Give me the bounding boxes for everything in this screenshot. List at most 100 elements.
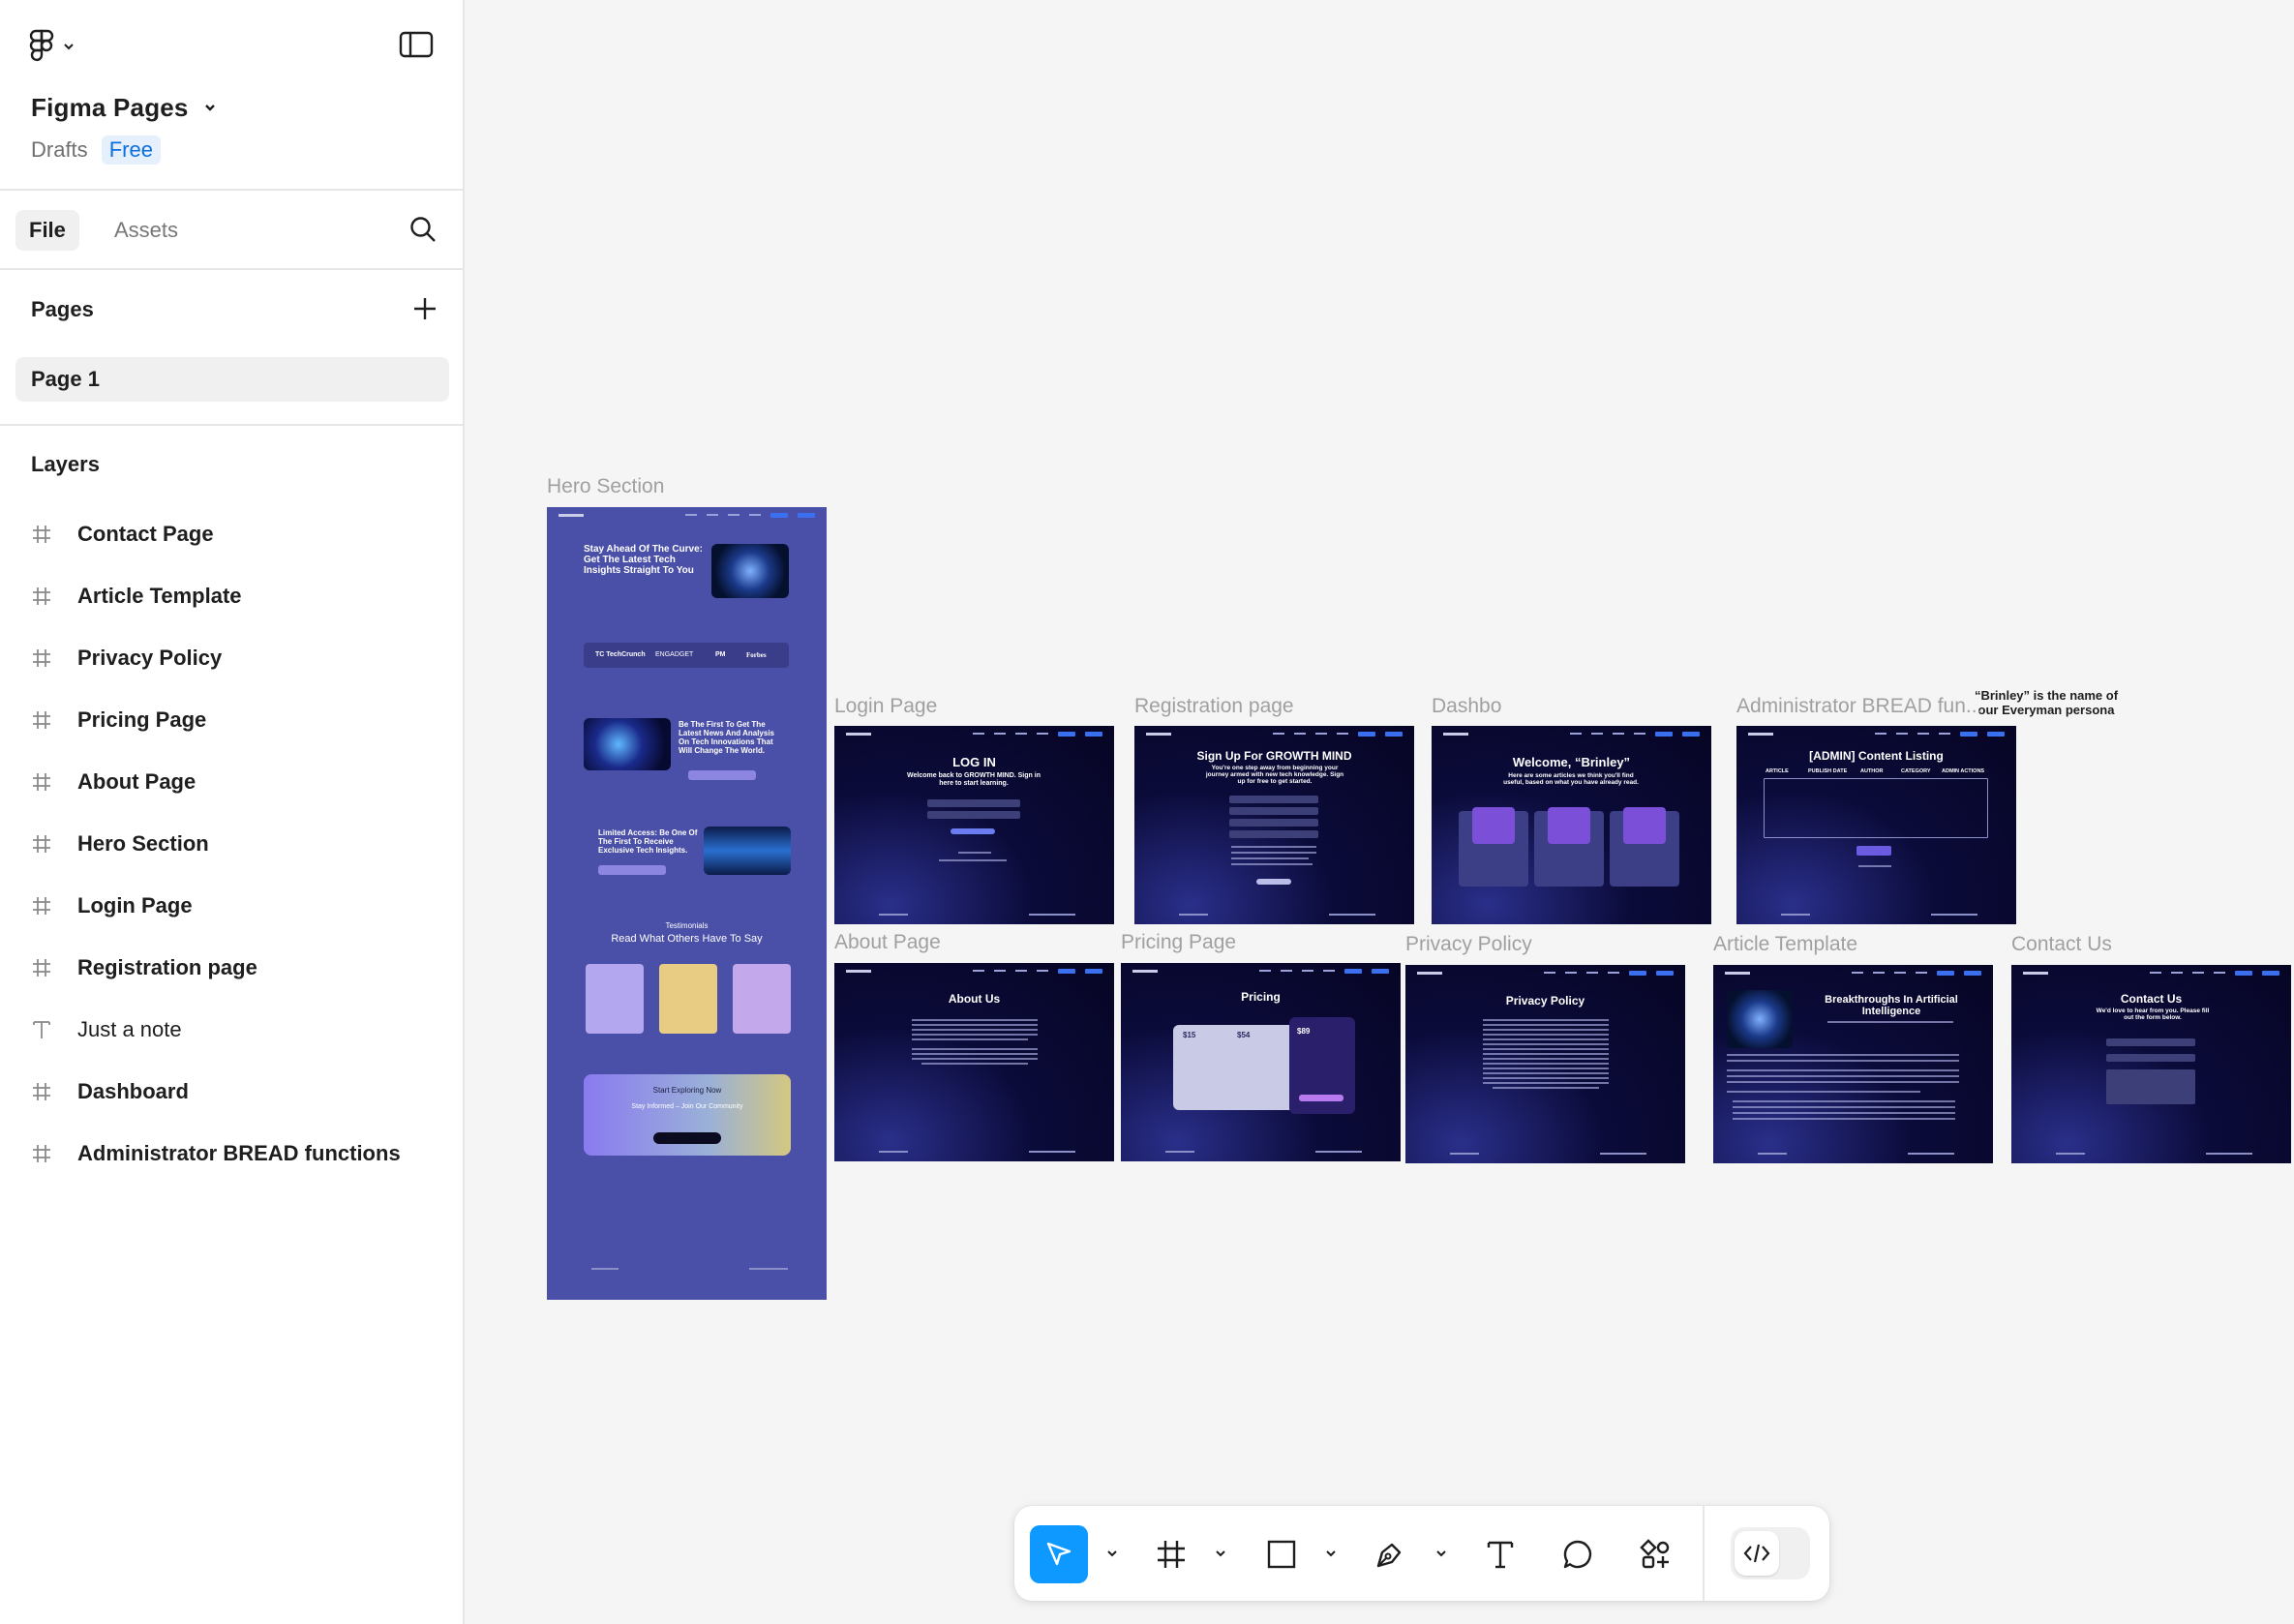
- frame-label-contact[interactable]: Contact Us: [2011, 933, 2112, 956]
- layer-item[interactable]: About Page: [15, 759, 449, 805]
- registration-subtitle: You're one step away from beginning your…: [1205, 765, 1344, 785]
- frame-label-article[interactable]: Article Template: [1713, 933, 1857, 956]
- hero-testimonials-kicker: Testimonials: [665, 921, 709, 930]
- layer-item[interactable]: Hero Section: [15, 821, 449, 867]
- sidebar-panel-icon: [399, 31, 434, 58]
- dashboard-subtitle: Here are some articles we think you'll f…: [1503, 772, 1639, 786]
- page-item[interactable]: Page 1: [15, 357, 449, 402]
- frame-nav: [547, 507, 827, 523]
- layer-item[interactable]: Dashboard: [15, 1068, 449, 1115]
- layer-name: Article Template: [77, 584, 242, 608]
- text-t-icon: [1487, 1541, 1514, 1569]
- frame-tool-menu[interactable]: [1212, 1545, 1229, 1562]
- frame-label-admin[interactable]: Administrator BREAD fun...: [1736, 695, 1982, 718]
- layer-item[interactable]: Registration page: [15, 945, 449, 991]
- layer-name: Dashboard: [77, 1079, 189, 1103]
- shape-tool[interactable]: [1253, 1525, 1311, 1583]
- testimonial-card: [586, 964, 644, 1034]
- tab-file[interactable]: File: [15, 210, 79, 251]
- text-tool[interactable]: [1471, 1525, 1529, 1583]
- search-layers-button[interactable]: [408, 215, 439, 246]
- layer-name: Pricing Page: [77, 707, 207, 732]
- pen-tool[interactable]: [1361, 1525, 1419, 1583]
- bottom-toolbar: [1014, 1506, 1829, 1601]
- frame-layer-icon: [31, 706, 70, 735]
- add-page-button[interactable]: [410, 294, 441, 325]
- pages-heading: Pages: [31, 297, 94, 321]
- dev-mode-knob: [1735, 1531, 1779, 1576]
- hero-cloud-image: [584, 718, 671, 770]
- frame-hero-section[interactable]: Stay Ahead Of The Curve: Get The Latest …: [547, 507, 827, 1300]
- dev-mode-toggle[interactable]: [1731, 1527, 1810, 1579]
- frame-login-page[interactable]: LOG IN Welcome back to GROWTH MIND. Sign…: [834, 726, 1114, 924]
- frame-label-privacy[interactable]: Privacy Policy: [1405, 933, 1532, 956]
- shape-tool-menu[interactable]: [1322, 1545, 1340, 1562]
- search-icon: [410, 217, 436, 242]
- hero-cta-title: Start Exploring Now: [652, 1086, 722, 1095]
- pen-tool-menu[interactable]: [1433, 1545, 1450, 1562]
- frame-label-about[interactable]: About Page: [834, 931, 941, 954]
- frame-tool[interactable]: [1142, 1525, 1200, 1583]
- move-tool-menu[interactable]: [1103, 1545, 1121, 1562]
- actions-tool[interactable]: [1626, 1525, 1684, 1583]
- layer-item[interactable]: Article Template: [15, 573, 449, 619]
- pricing-card-company: $89: [1289, 1017, 1355, 1114]
- sidebar-toggle-button[interactable]: [399, 31, 434, 60]
- pen-icon: [1376, 1543, 1402, 1568]
- admin-col-actions: ADMIN ACTIONS: [1942, 768, 1985, 774]
- article-title: Breakthroughs In Artificial Intelligence: [1825, 994, 1958, 1017]
- frame-about-page[interactable]: About Us: [834, 963, 1114, 1161]
- frame-label-pricing[interactable]: Pricing Page: [1121, 931, 1236, 954]
- admin-col-article: ARTICLE: [1766, 768, 1789, 774]
- admin-title: [ADMIN] Content Listing: [1809, 749, 1944, 763]
- canvas[interactable]: Hero Section Stay Ahead Of The Curve: Ge…: [467, 0, 2294, 1624]
- file-name-menu[interactable]: Figma Pages: [31, 93, 218, 123]
- privacy-title: Privacy Policy: [1505, 994, 1585, 1007]
- frame-admin-bread[interactable]: [ADMIN] Content Listing ARTICLE PUBLISH …: [1736, 726, 2016, 924]
- comment-tool[interactable]: [1549, 1525, 1607, 1583]
- figma-logo-icon: [29, 29, 54, 62]
- frame-contact-page[interactable]: Contact Us We'd love to hear from you. P…: [2011, 965, 2291, 1163]
- components-icon: [1640, 1539, 1670, 1569]
- comment-bubble-icon: [1563, 1540, 1592, 1569]
- frame-layer-icon: [31, 891, 70, 920]
- chevron-down-icon: [1436, 1550, 1446, 1557]
- frame-layer-icon: [31, 829, 70, 858]
- layer-item[interactable]: Privacy Policy: [15, 635, 449, 681]
- chevron-down-icon: [204, 104, 215, 111]
- hero-feature-2-button: [598, 865, 666, 875]
- layer-item[interactable]: Login Page: [15, 883, 449, 929]
- frame-label-login[interactable]: Login Page: [834, 695, 937, 718]
- location-link[interactable]: Drafts: [31, 137, 88, 163]
- frame-label-dashboard[interactable]: Dashbo: [1432, 695, 1501, 718]
- layer-item[interactable]: Just a note: [15, 1007, 449, 1053]
- contact-subtitle: We'd love to hear from you. Please fill …: [2096, 1007, 2210, 1021]
- frame-dashboard[interactable]: Welcome, “Brinley” Here are some article…: [1432, 726, 1711, 924]
- frame-layer-icon: [31, 582, 70, 611]
- frame-article-template[interactable]: Breakthroughs In Artificial Intelligence: [1713, 965, 1993, 1163]
- frame-footer: [547, 1265, 827, 1273]
- cursor-arrow-icon: [1046, 1542, 1072, 1566]
- hero-feature-1: Be The First To Get The Latest News And …: [679, 720, 774, 755]
- frame-registration-page[interactable]: Sign Up For GROWTH MIND You're one step …: [1134, 726, 1414, 924]
- note-text[interactable]: “Brinley” is the name of our Everyman pe…: [1969, 688, 2124, 717]
- layer-item[interactable]: Contact Page: [15, 511, 449, 557]
- contact-title: Contact Us: [2120, 992, 2183, 1006]
- frame-label-hero[interactable]: Hero Section: [547, 475, 664, 498]
- rectangle-icon: [1267, 1540, 1296, 1569]
- testimonial-card: [659, 964, 717, 1034]
- frame-pricing-page[interactable]: Pricing $15 $54 $89: [1121, 963, 1401, 1161]
- tab-assets[interactable]: Assets: [101, 210, 192, 251]
- dashboard-title: Welcome, “Brinley”: [1512, 755, 1631, 769]
- layer-name: Just a note: [77, 1017, 182, 1041]
- frame-label-registration[interactable]: Registration page: [1134, 695, 1294, 718]
- move-tool[interactable]: [1030, 1525, 1088, 1583]
- chevron-down-icon: [1216, 1550, 1225, 1557]
- frame-privacy-policy[interactable]: Privacy Policy: [1405, 965, 1685, 1163]
- hero-feature-1-button: [688, 770, 756, 780]
- layer-item[interactable]: Administrator BREAD functions: [15, 1130, 449, 1177]
- layer-item[interactable]: Pricing Page: [15, 697, 449, 743]
- main-menu-button[interactable]: [29, 27, 87, 66]
- testimonial-card: [733, 964, 791, 1034]
- frame-layer-icon: [31, 953, 70, 982]
